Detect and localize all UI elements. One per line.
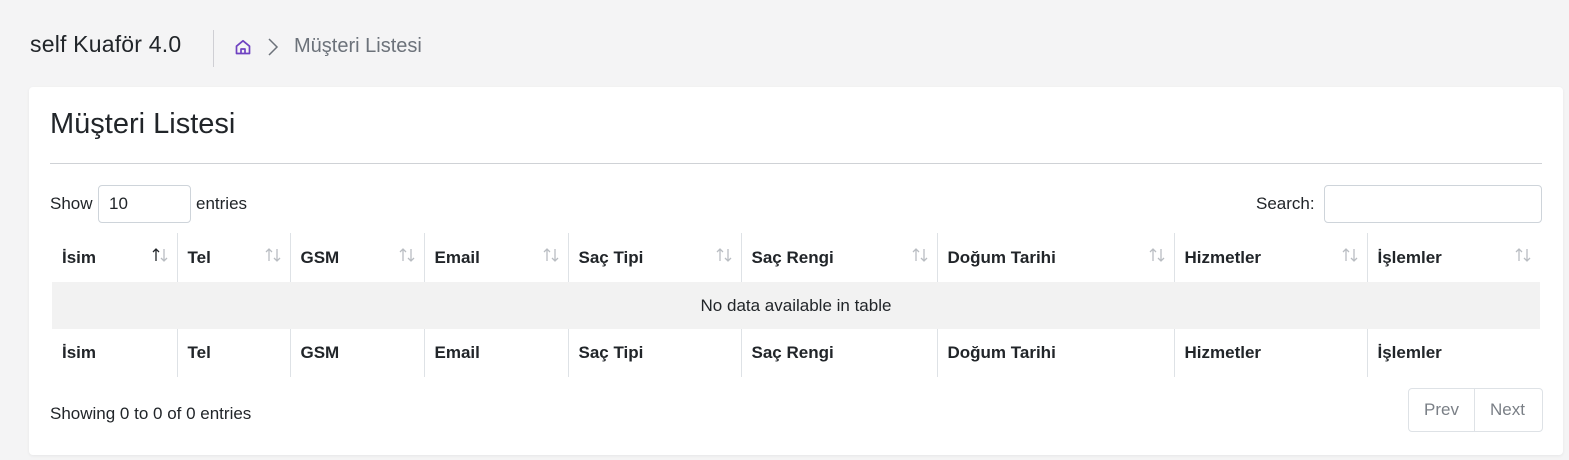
prev-page-button[interactable]: Prev xyxy=(1409,389,1474,431)
footer-column-islemler: İşlemler xyxy=(1366,329,1540,377)
table-footer-row: İsim Tel GSM Email Saç Tipi Saç Rengi Do… xyxy=(52,329,1540,377)
sort-arrows-icon xyxy=(1149,248,1164,262)
column-header-label: Tel xyxy=(187,247,211,267)
next-page-button[interactable]: Next xyxy=(1474,389,1542,431)
page-title: Müşteri Listesi xyxy=(50,108,236,140)
top-bar: self Kuaför 4.0 Müşteri Listesi xyxy=(0,0,1569,90)
home-icon[interactable] xyxy=(234,38,252,56)
app-title: self Kuaför 4.0 xyxy=(30,31,182,57)
column-header-isim[interactable]: İsim xyxy=(52,233,177,282)
entries-label: entries xyxy=(196,194,248,213)
customer-table: İsim Tel GSM Email Saç Tipi Saç Rengi Do… xyxy=(52,233,1540,377)
footer-column-hizmetler: Hizmetler xyxy=(1173,329,1367,377)
column-header-tel[interactable]: Tel xyxy=(176,233,290,282)
footer-column-isim: İsim xyxy=(62,343,97,362)
column-header-label: GSM xyxy=(300,247,340,267)
sort-arrows-icon xyxy=(1342,248,1357,262)
title-divider xyxy=(50,163,1542,164)
column-header-islemler[interactable]: İşlemler xyxy=(1366,233,1540,282)
table-header-row: İsim Tel GSM Email Saç Tipi Saç Rengi Do… xyxy=(52,233,1540,282)
column-header-hizmetler[interactable]: Hizmetler xyxy=(1173,233,1367,282)
footer-column-dogum-tarihi: Doğum Tarihi xyxy=(936,329,1174,377)
search-label: Search: xyxy=(1256,194,1315,213)
column-header-label: Email xyxy=(434,247,480,267)
pagination: Prev Next xyxy=(1408,388,1543,432)
footer-column-sac-tipi: Saç Tipi xyxy=(567,329,741,377)
column-header-dogum-tarihi[interactable]: Doğum Tarihi xyxy=(936,233,1174,282)
sort-ascending-icon xyxy=(152,248,167,262)
column-header-gsm[interactable]: GSM xyxy=(289,233,424,282)
page-length-select[interactable]: 10 xyxy=(98,185,191,223)
column-header-sac-rengi[interactable]: Saç Rengi xyxy=(740,233,937,282)
sort-arrows-icon xyxy=(265,248,280,262)
empty-table-message: No data available in table xyxy=(52,282,1540,329)
column-header-label: Saç Rengi xyxy=(751,247,834,267)
table-info: Showing 0 to 0 of 0 entries xyxy=(50,404,252,423)
footer-column-gsm: GSM xyxy=(289,329,424,377)
footer-column-sac-rengi: Saç Rengi xyxy=(740,329,937,377)
search-input[interactable] xyxy=(1324,185,1542,223)
sort-arrows-icon xyxy=(912,248,927,262)
column-header-email[interactable]: Email xyxy=(423,233,568,282)
customer-list-card: Müşteri Listesi Show 10 entries Search: … xyxy=(29,87,1563,455)
table-row: No data available in table xyxy=(52,282,1540,329)
sort-arrows-icon xyxy=(399,248,414,262)
sort-arrows-icon xyxy=(716,248,731,262)
footer-column-email: Email xyxy=(423,329,568,377)
column-header-label: İşlemler xyxy=(1377,247,1442,267)
chevron-right-icon xyxy=(268,38,279,56)
sort-arrows-icon xyxy=(1515,248,1531,262)
footer-column-tel: Tel xyxy=(176,329,290,377)
column-header-label: İsim xyxy=(62,247,97,267)
breadcrumb-current: Müşteri Listesi xyxy=(294,35,422,57)
show-label: Show xyxy=(50,194,93,213)
sort-arrows-icon xyxy=(543,248,558,262)
column-header-label: Saç Tipi xyxy=(578,247,644,267)
column-header-sac-tipi[interactable]: Saç Tipi xyxy=(567,233,741,282)
header-divider xyxy=(213,30,214,67)
column-header-label: Hizmetler xyxy=(1184,247,1262,267)
column-header-label: Doğum Tarihi xyxy=(947,247,1056,267)
